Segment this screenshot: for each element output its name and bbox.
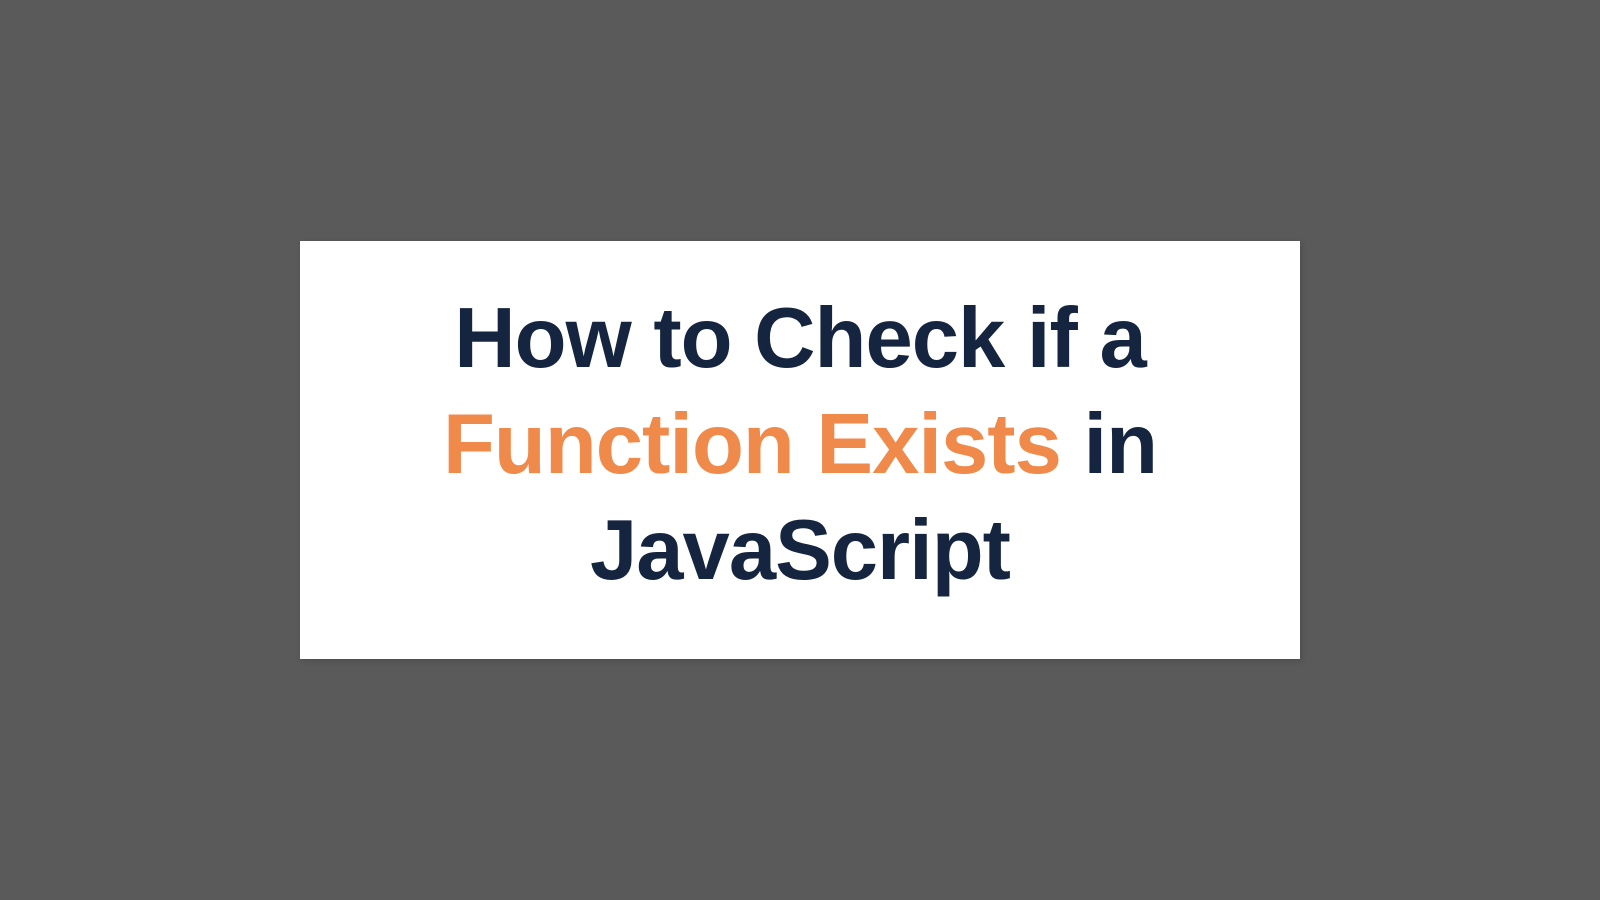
title-highlight: Function Exists [443,397,1061,492]
title-line-1: How to Check if a [454,291,1145,386]
main-title: How to Check if a Function Exists in Jav… [360,286,1240,605]
title-line-2-suffix: in [1061,397,1157,492]
title-card: How to Check if a Function Exists in Jav… [300,241,1300,660]
title-line-3: JavaScript [590,503,1010,598]
